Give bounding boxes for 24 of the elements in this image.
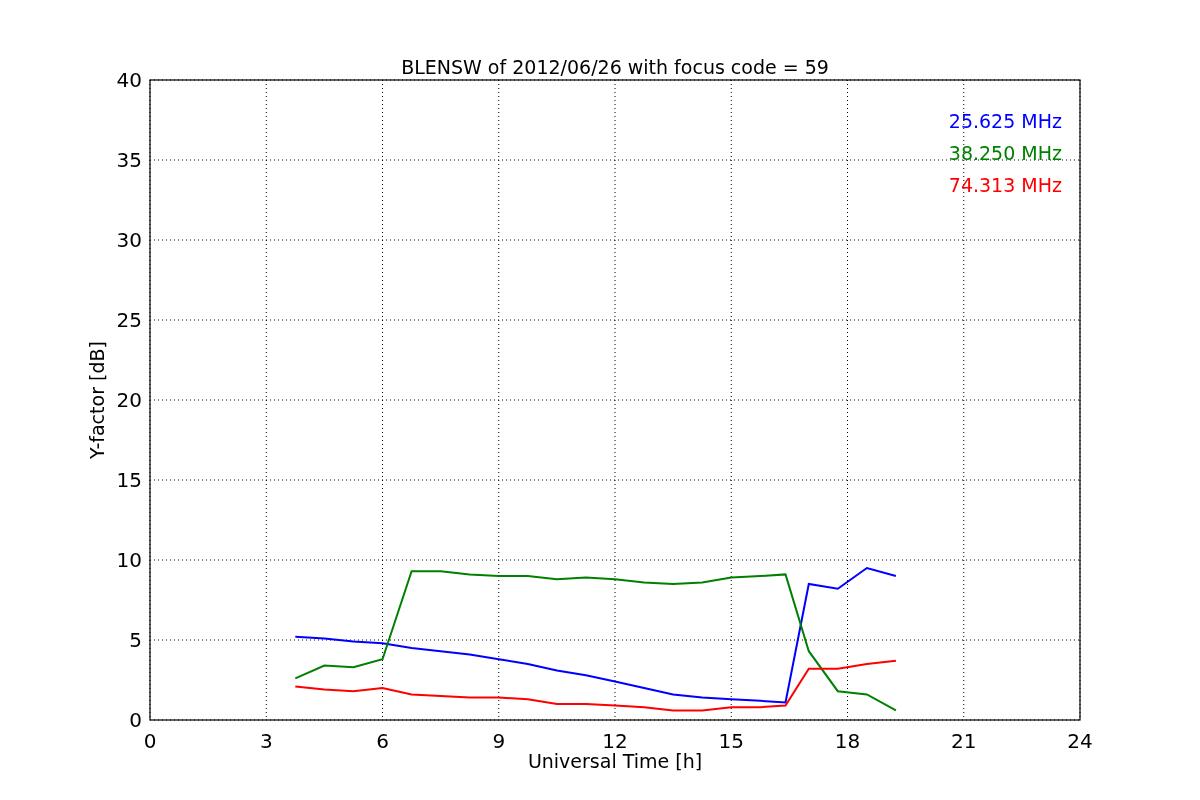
x-tick-label: 24 xyxy=(1067,729,1093,753)
y-tick-label: 20 xyxy=(116,388,142,412)
chart-title: BLENSW of 2012/06/26 with focus code = 59 xyxy=(401,56,829,78)
x-tick-label: 21 xyxy=(951,729,977,753)
x-axis-label: Universal Time [h] xyxy=(527,750,703,772)
y-tick-label: 30 xyxy=(116,228,142,252)
y-tick-label: 0 xyxy=(129,708,142,732)
y-axis-label: Y-factor [dB] xyxy=(86,341,108,459)
x-tick-label: 18 xyxy=(834,729,861,753)
y-tick-label: 35 xyxy=(116,148,142,172)
x-tick-label: 3 xyxy=(259,729,273,753)
y-tick-label: 25 xyxy=(116,308,142,332)
x-tick-label: 15 xyxy=(718,729,744,753)
x-tick-label: 12 xyxy=(602,729,628,753)
x-tick-label: 6 xyxy=(376,729,389,753)
y-tick-label: 40 xyxy=(116,68,142,92)
x-tick-label: 9 xyxy=(492,729,506,753)
legend-label: 38.250 MHz xyxy=(948,142,1062,164)
legend-label: 25.625 MHz xyxy=(948,110,1062,132)
y-tick-label: 10 xyxy=(116,548,142,572)
legend-label: 74.313 MHz xyxy=(948,174,1062,196)
y-tick-label: 5 xyxy=(129,628,142,652)
y-tick-label: 15 xyxy=(116,468,142,492)
x-tick-label: 0 xyxy=(143,729,157,753)
